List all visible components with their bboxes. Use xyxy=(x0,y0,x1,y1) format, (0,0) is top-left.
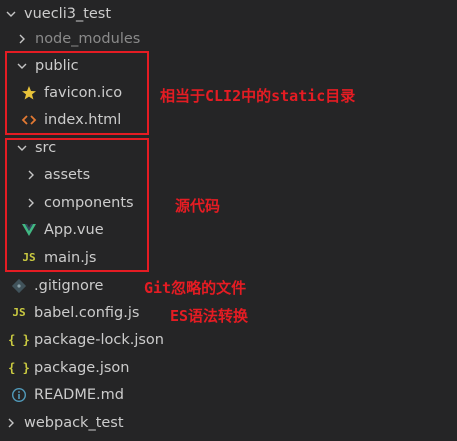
chevron-right-icon xyxy=(15,32,29,46)
tree-item-package-lock[interactable]: { } package-lock.json xyxy=(0,326,457,353)
json-braces-icon: { } xyxy=(8,332,30,347)
tree-item-label: vuecli3_test xyxy=(24,5,112,22)
tree-item-webpack-test[interactable]: webpack_test xyxy=(0,409,457,436)
git-diamond-icon xyxy=(10,277,28,295)
public-highlight-box xyxy=(5,51,149,135)
tree-item-vuecli3-test[interactable]: vuecli3_test xyxy=(0,0,457,27)
src-highlight-box xyxy=(5,138,149,272)
tree-item-label: package-lock.json xyxy=(34,331,164,348)
tree-item-package-json[interactable]: { } package.json xyxy=(0,354,457,381)
chevron-down-icon xyxy=(4,7,18,21)
babel-annotation: ES语法转换 xyxy=(170,307,249,325)
info-icon xyxy=(10,386,28,404)
gitignore-annotation: Git忽略的文件 xyxy=(144,279,247,297)
chevron-right-icon xyxy=(4,416,18,430)
tree-item-readme[interactable]: README.md xyxy=(0,381,457,408)
tree-item-label: README.md xyxy=(34,386,124,403)
tree-item-label: .gitignore xyxy=(34,277,104,294)
tree-item-label: node_modules xyxy=(35,30,141,47)
tree-item-label: package.json xyxy=(34,359,130,376)
tree-item-label: babel.config.js xyxy=(34,304,140,321)
src-annotation: 源代码 xyxy=(175,197,221,215)
tree-item-node-modules[interactable]: node_modules xyxy=(0,25,457,52)
public-annotation: 相当于CLI2中的static目录 xyxy=(160,87,356,105)
js-icon: JS xyxy=(12,306,26,319)
tree-item-label: webpack_test xyxy=(24,414,124,431)
json-braces-icon: { } xyxy=(8,360,30,375)
